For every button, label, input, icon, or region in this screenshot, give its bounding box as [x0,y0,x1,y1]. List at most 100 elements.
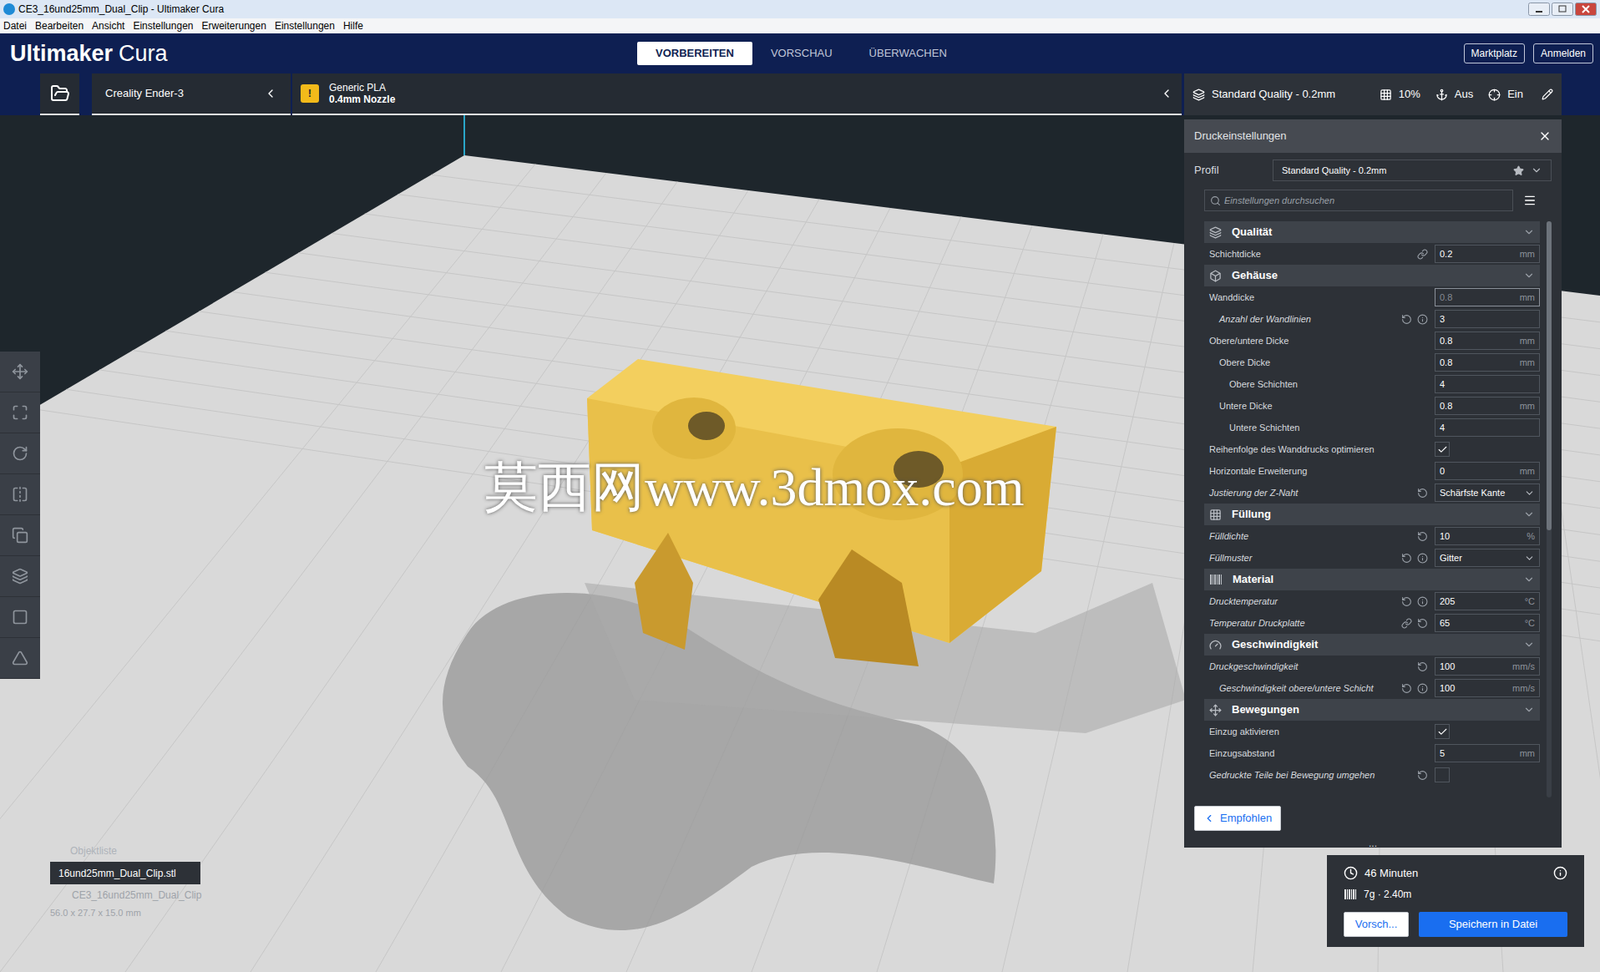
category-header[interactable]: Bewegungen [1204,698,1540,721]
setting-input[interactable]: 5mm [1434,744,1540,763]
menu-item[interactable]: Ansicht [91,20,125,31]
scrollbar[interactable] [1546,221,1552,798]
menu-icon[interactable] [1523,193,1537,208]
settings-category: QualitätSchichtdicke0.2mm [1204,221,1540,265]
setting-input[interactable]: 0mm [1434,461,1540,481]
adhesion-icon [1488,88,1501,102]
panel-header: Druckeinstellungen [1184,119,1562,153]
setting-label: Obere Dicke [1204,355,1430,370]
category-header[interactable]: Füllung [1204,503,1540,526]
close-icon[interactable] [1538,129,1552,143]
edit-icon[interactable] [1541,88,1554,101]
preview-button[interactable]: Vorsch... [1343,911,1409,937]
info-icon[interactable] [1417,596,1428,608]
info-icon[interactable] [1553,865,1568,881]
setting-input[interactable]: 0.2mm [1434,244,1540,264]
object-item[interactable]: 16und25mm_Dual_Clip.stl [50,861,201,885]
header-button[interactable]: Anmelden [1533,43,1594,64]
setting-row: Einzug aktivieren [1204,720,1540,743]
infill-icon [1379,88,1393,102]
info-icon[interactable] [1417,552,1428,564]
window-title: CE3_16und25mm_Dual_Clip - Ultimaker Cura [18,1,224,17]
setting-input[interactable]: 4 [1434,374,1540,394]
machine-selector[interactable]: Creality Ender-3 [91,73,291,116]
print-setup-summary[interactable]: Standard Quality - 0.2mm10%AusEin [1184,73,1562,116]
setting-input[interactable]: 205°C [1434,592,1540,611]
tool-button[interactable] [0,597,41,638]
recommended-button[interactable]: Empfohlen [1194,805,1282,831]
chevron-down-icon [1523,638,1535,651]
setting-input[interactable]: 3 [1434,309,1540,329]
profile-select[interactable]: Standard Quality - 0.2mm [1272,159,1552,182]
setting-checkbox[interactable] [1434,767,1450,783]
setting-select[interactable]: Gitter [1434,548,1540,568]
setting-input[interactable]: 10% [1434,526,1540,546]
setting-input[interactable]: 0.8mm [1434,353,1540,372]
stage-tab[interactable]: VORBEREITEN [637,41,753,66]
menu-item[interactable]: Hilfe [343,20,364,31]
reset-icon[interactable] [1401,596,1413,608]
stage-bar: Creality Ender-3!Generic PLA0.4mm Nozzle… [0,73,1600,116]
tool-button[interactable] [0,637,41,679]
category-header[interactable]: Material [1204,568,1540,591]
setting-label: Einzug aktivieren [1204,724,1430,740]
reset-icon[interactable] [1401,552,1413,564]
setting-input[interactable]: 4 [1434,418,1540,437]
minimize-icon[interactable] [1528,2,1550,16]
reset-icon[interactable] [1401,683,1413,694]
title-bar: CE3_16und25mm_Dual_Clip - Ultimaker Cura [0,0,1600,19]
header-button[interactable]: Marktplatz [1463,43,1525,64]
tool-button[interactable] [0,474,41,516]
close-icon[interactable] [1574,2,1597,16]
menu-item[interactable]: Einstellungen [132,20,193,31]
resize-handle[interactable]: ... [1184,839,1562,848]
open-file-button[interactable] [40,73,80,116]
tool-button[interactable] [0,351,41,393]
stage-tab[interactable]: ÜBERWACHEN [850,41,966,66]
setting-input[interactable]: 100mm/s [1434,657,1540,676]
reset-icon[interactable] [1417,487,1428,499]
setting-row: FüllmusterGitter [1204,546,1540,569]
reset-icon[interactable] [1417,617,1428,629]
category-header[interactable]: Qualität [1204,221,1540,244]
setting-input[interactable]: 0.8mm [1434,288,1540,307]
info-icon[interactable] [1417,313,1428,325]
object-list-title[interactable]: Objektliste [50,843,202,859]
setting-input[interactable]: 100mm/s [1434,678,1540,698]
setting-input[interactable]: 0.8mm [1434,396,1540,416]
menu-item[interactable]: Einstellungen [274,20,335,31]
link-icon[interactable] [1401,617,1413,629]
stage-tab[interactable]: VORSCHAU [752,41,851,66]
menu-item[interactable]: Erweiterungen [201,20,266,31]
setting-row: Temperatur Druckplatte65°C [1204,612,1540,634]
logo: UltimakerCura [0,36,638,71]
setting-row: Untere Dicke0.8mm [1204,394,1540,417]
reset-icon[interactable] [1417,531,1428,542]
reset-icon[interactable] [1401,313,1413,325]
reset-icon[interactable] [1417,661,1428,673]
chevron-left-icon [1159,86,1174,101]
setting-input[interactable]: 0.8mm [1434,331,1540,350]
link-icon[interactable] [1417,248,1428,260]
maximize-icon[interactable] [1551,2,1574,16]
save-button[interactable]: Speichern in Datei [1418,911,1568,937]
info-icon[interactable] [1417,683,1428,694]
tool-button[interactable] [0,392,41,434]
reset-icon[interactable] [1417,769,1428,781]
material-selector[interactable]: !Generic PLA0.4mm Nozzle [292,73,1182,116]
search-field[interactable]: Einstellungen durchsuchen [1204,189,1514,212]
setting-input[interactable]: 65°C [1434,613,1540,633]
setting-checkbox[interactable] [1434,724,1450,740]
tool-button[interactable] [0,515,41,557]
category-header[interactable]: Geschwindigkeit [1204,633,1540,656]
menu-item[interactable]: Datei [3,20,27,31]
menu-item[interactable]: Bearbeiten [35,20,84,31]
setting-select[interactable]: Schärfste Kante [1434,483,1540,502]
setting-row: Schichtdicke0.2mm [1204,243,1540,265]
category-header[interactable]: Gehäuse [1204,264,1540,287]
tool-button[interactable] [0,433,41,475]
tool-button[interactable] [0,556,41,598]
setting-checkbox[interactable] [1434,441,1450,457]
star-icon[interactable] [1513,165,1525,177]
viewport: 莫西网www.3dmox.comObjektliste16und25mm_Dua… [0,115,1600,972]
